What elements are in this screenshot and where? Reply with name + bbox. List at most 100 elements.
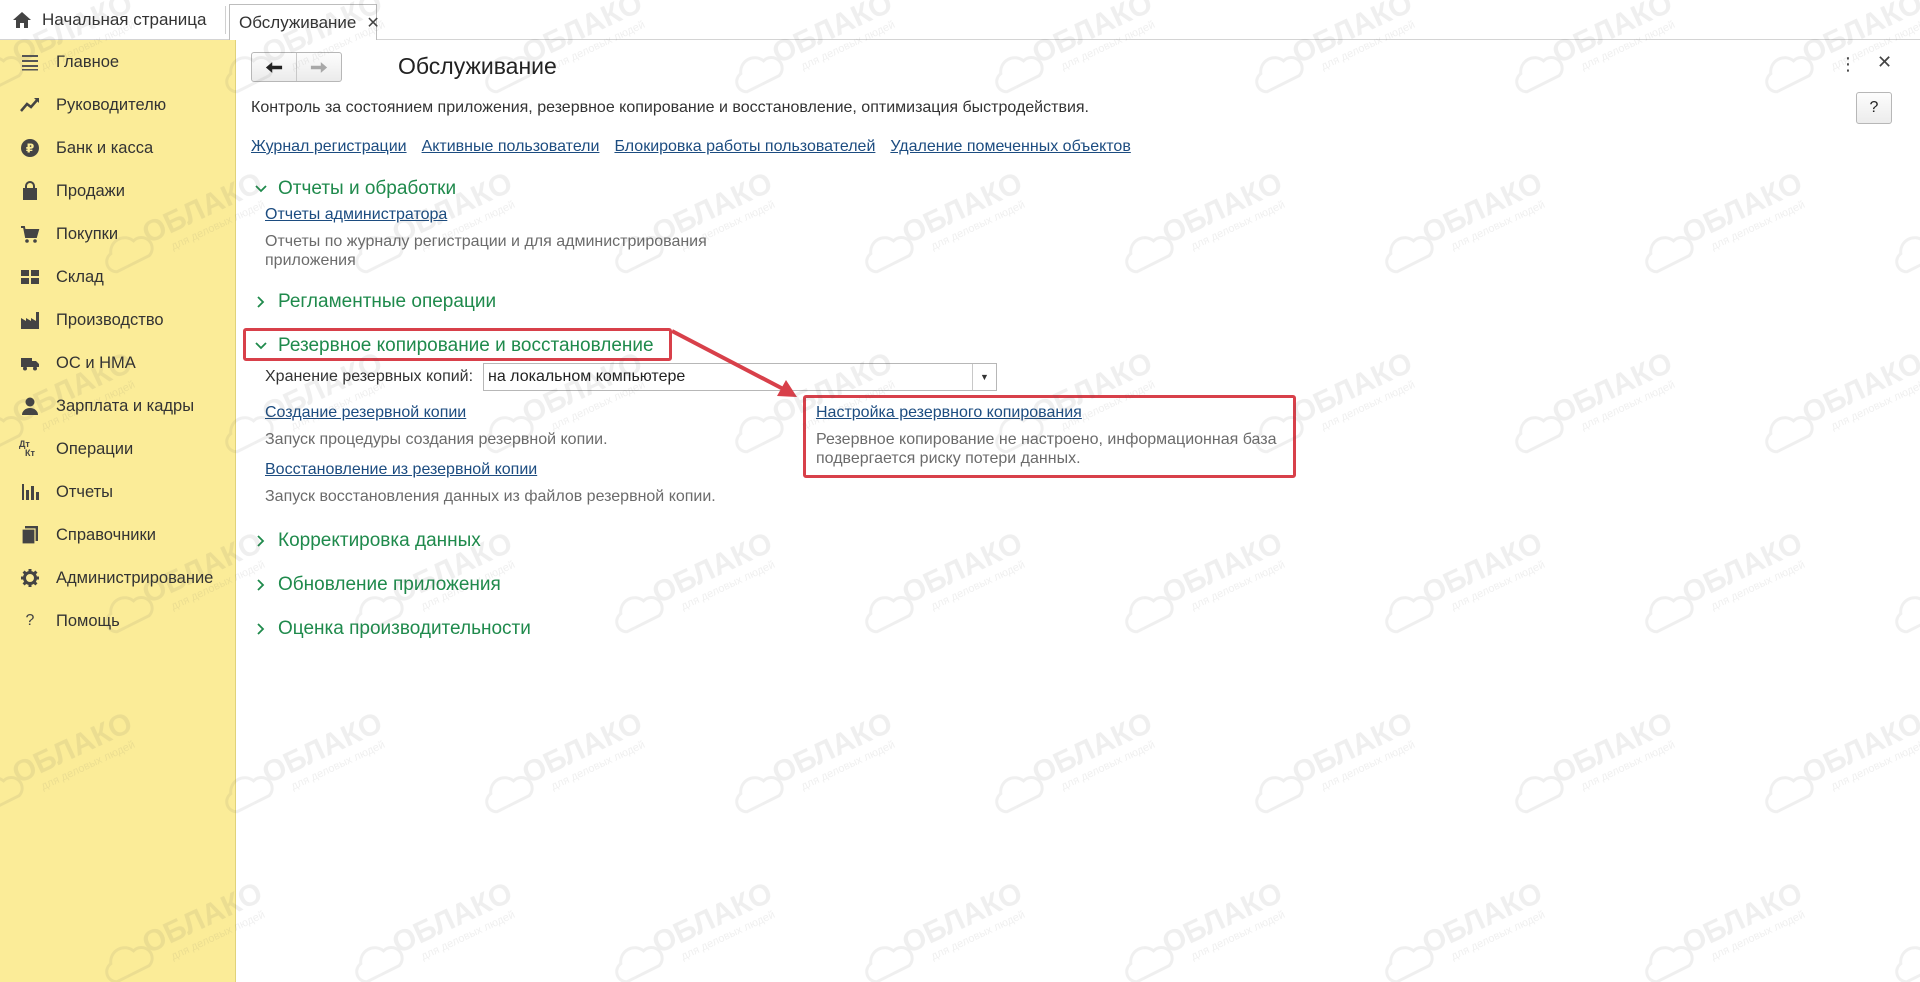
sidebar-item-directories[interactable]: Справочники: [0, 517, 236, 553]
link-lock-users[interactable]: Блокировка работы пользователей: [614, 138, 875, 156]
admin-reports-desc-line1: Отчеты по журналу регистрации и для адми…: [265, 233, 707, 250]
sidebar-item-operations[interactable]: Дт Кт Операции: [0, 431, 236, 467]
svg-text:₽: ₽: [26, 142, 34, 156]
link-backup-settings[interactable]: Настройка резервного копирования: [816, 404, 1082, 422]
page-description: Контроль за состоянием приложения, резер…: [251, 99, 1089, 116]
trend-chart-icon: [19, 94, 41, 116]
close-icon[interactable]: ✕: [1877, 52, 1892, 73]
person-icon: [19, 395, 41, 417]
dropdown-arrow-icon[interactable]: ▼: [972, 364, 996, 390]
tab-bar: Начальная страница Обслуживание ✕: [0, 0, 1920, 41]
backup-settings-desc-line1: Резервное копирование не настроено, инфо…: [816, 431, 1277, 448]
sidebar-item-warehouse[interactable]: Склад: [0, 259, 236, 295]
sidebar-item-label: Банк и касса: [56, 138, 154, 157]
section-title: Оценка производительности: [278, 618, 531, 639]
chevron-down-icon: [253, 181, 269, 197]
sidebar-item-label: Склад: [56, 267, 104, 286]
question-icon: ?: [25, 612, 35, 629]
sidebar-item-label: Справочники: [56, 525, 156, 544]
section-scheduled[interactable]: Регламентные операции: [253, 291, 496, 313]
sidebar-item-label: Помощь: [56, 611, 120, 630]
sidebar-item-label: Операции: [56, 439, 134, 458]
arrow-left-icon: [265, 61, 282, 73]
main-panel: Обслуживание ⋮ ✕ ? Контроль за состояние…: [237, 40, 1920, 982]
section-title: Обновление приложения: [278, 574, 501, 595]
sidebar-item-purchases[interactable]: Покупки: [0, 216, 236, 252]
sidebar-item-sales[interactable]: Продажи: [0, 173, 236, 209]
sidebar-item-salary[interactable]: Зарплата и кадры: [0, 388, 236, 424]
section-title: Корректировка данных: [278, 530, 481, 551]
link-restore-backup[interactable]: Восстановление из резервной копии: [265, 461, 537, 479]
section-app-update[interactable]: Обновление приложения: [253, 574, 501, 596]
book-icon: [19, 524, 41, 546]
backup-settings-desc-line2: подвергается риску потери данных.: [816, 450, 1081, 467]
gear-icon: [19, 567, 41, 589]
storage-label: Хранение резервных копий:: [265, 368, 474, 385]
link-event-log[interactable]: Журнал регистрации: [251, 138, 407, 156]
home-icon: [12, 10, 32, 30]
sidebar-item-assets[interactable]: ОС и НМА: [0, 345, 236, 381]
sidebar-item-label: Отчеты: [56, 482, 114, 501]
section-data-correction[interactable]: Корректировка данных: [253, 530, 481, 552]
truck-icon: [19, 352, 41, 374]
arrow-right-icon: [310, 61, 327, 73]
cart-icon: [19, 223, 41, 245]
chevron-down-icon: [253, 338, 269, 354]
sidebar-item-administration[interactable]: Администрирование: [0, 560, 236, 596]
create-backup-desc: Запуск процедуры создания резервной копи…: [265, 431, 608, 448]
chevron-right-icon: [253, 621, 269, 637]
sidebar-item-main[interactable]: Главное: [0, 44, 236, 80]
factory-icon: [19, 309, 41, 331]
sidebar-item-label: Руководителю: [56, 95, 167, 114]
back-button[interactable]: [252, 53, 297, 81]
section-backup[interactable]: Резервное копирование и восстановление: [253, 335, 654, 357]
menu-lines-icon: [19, 51, 41, 73]
sidebar-item-bank[interactable]: ₽ Банк и касса: [0, 130, 236, 166]
chevron-right-icon: [253, 577, 269, 593]
tab-home-label: Начальная страница: [42, 10, 207, 29]
section-title: Регламентные операции: [278, 291, 497, 312]
section-title: Отчеты и обработки: [278, 178, 457, 199]
debit-credit-icon: Дт Кт: [19, 439, 35, 458]
page-title: Обслуживание: [398, 53, 557, 79]
link-create-backup[interactable]: Создание резервной копии: [265, 404, 466, 422]
sidebar-item-help[interactable]: ? Помощь: [0, 603, 236, 639]
link-active-users[interactable]: Активные пользователи: [422, 138, 600, 156]
storage-select-value: на локальном компьютере: [488, 368, 686, 385]
help-button[interactable]: ?: [1856, 92, 1892, 124]
forward-button[interactable]: [297, 53, 342, 81]
restore-backup-desc: Запуск восстановления данных из файлов р…: [265, 488, 716, 505]
chevron-right-icon: [253, 533, 269, 549]
section-reports[interactable]: Отчеты и обработки: [253, 178, 456, 200]
warehouse-grid-icon: [19, 266, 41, 288]
sidebar-item-manager[interactable]: Руководителю: [0, 87, 236, 123]
sidebar-item-label: Покупки: [56, 224, 119, 243]
shopping-bag-icon: [19, 180, 41, 202]
sidebar-item-production[interactable]: Производство: [0, 302, 236, 338]
link-admin-reports[interactable]: Отчеты администратора: [265, 206, 447, 224]
sidebar-item-label: Производство: [56, 310, 164, 329]
tab-maintenance-label: Обслуживание: [239, 13, 357, 32]
admin-reports-desc-line2: приложения: [265, 252, 356, 269]
tab-close-icon[interactable]: ✕: [366, 13, 379, 33]
sidebar-item-label: Администрирование: [56, 568, 214, 587]
history-nav: [251, 52, 342, 82]
quick-links: Журнал регистрации Активные пользователи…: [251, 138, 1131, 156]
annotation-arrow: [671, 329, 797, 397]
tab-home[interactable]: Начальная страница: [0, 0, 225, 40]
bar-chart-icon: [19, 481, 41, 503]
storage-select[interactable]: на локальном компьютере ▼: [483, 363, 997, 391]
tab-maintenance[interactable]: Обслуживание ✕: [229, 4, 380, 41]
section-title: Резервное копирование и восстановление: [278, 335, 654, 356]
link-delete-marked[interactable]: Удаление помеченных объектов: [890, 138, 1130, 156]
sidebar-item-reports[interactable]: Отчеты: [0, 474, 236, 510]
sidebar-item-label: Главное: [56, 52, 120, 71]
section-performance[interactable]: Оценка производительности: [253, 618, 531, 640]
sidebar-item-label: Зарплата и кадры: [56, 396, 195, 415]
sidebar-item-label: ОС и НМА: [56, 353, 136, 372]
chevron-right-icon: [253, 294, 269, 310]
sidebar-item-label: Продажи: [56, 181, 125, 200]
tab-divider: [225, 6, 226, 34]
more-actions-icon[interactable]: ⋮: [1839, 54, 1857, 75]
sidebar: Главное Руководителю ₽ Банк и касса Прод…: [0, 40, 236, 982]
